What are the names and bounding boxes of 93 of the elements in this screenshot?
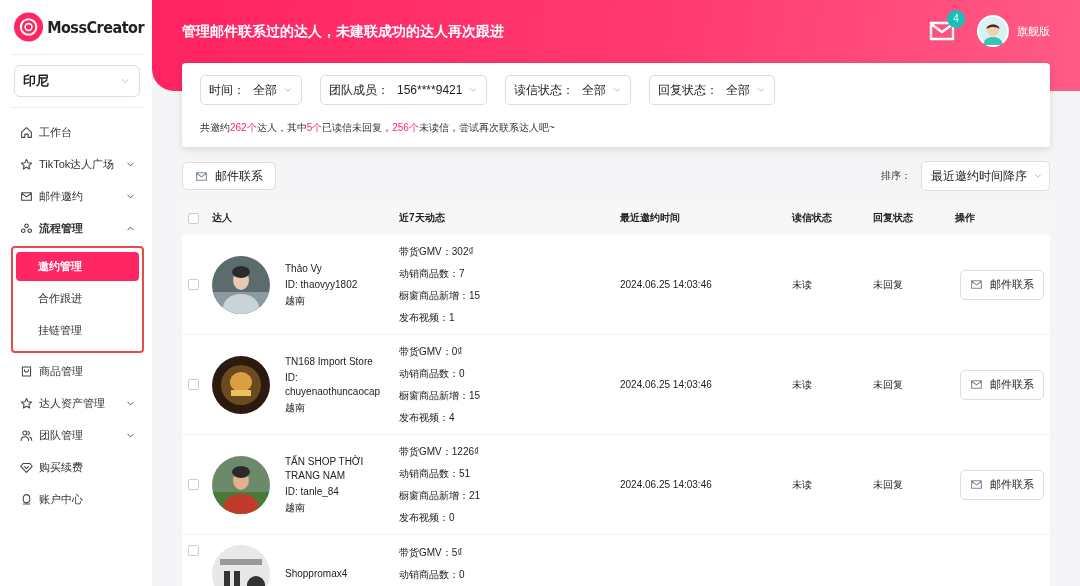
filter-select[interactable]: 团队成员： 156****9421 xyxy=(320,75,488,105)
filter-select[interactable]: 回复状态： 全部 xyxy=(649,75,776,105)
diamond-icon xyxy=(20,460,33,474)
nav-item[interactable]: 流程管理 xyxy=(10,212,144,244)
invite-time: 2024.06.25 14:03:46 xyxy=(620,379,713,390)
stat-text: 橱窗商品新增：21 xyxy=(399,488,482,503)
chevron-down-icon xyxy=(756,85,767,95)
checkbox[interactable] xyxy=(188,379,199,390)
checkbox[interactable] xyxy=(188,545,199,556)
stat-text: 带货GMV：5₫ xyxy=(399,546,464,560)
logo-icon xyxy=(14,12,44,42)
mail-icon xyxy=(970,378,983,391)
chevron-down-icon xyxy=(1033,171,1043,181)
sort-label: 排序： xyxy=(881,169,911,183)
stat-text: 橱窗商品新增：15 xyxy=(399,288,482,303)
summary-text: 共邀约262个达人，其中5个已读信未回复，256个未读信，尝试再次联系达人吧~ xyxy=(200,121,556,135)
nav-item[interactable]: 账户中心 xyxy=(10,483,144,515)
stat-text: 发布视频：4 xyxy=(399,410,456,425)
chevron-down-icon xyxy=(612,85,623,95)
creator-region: 越南 xyxy=(285,293,306,308)
stat-text: 动销商品数：0 xyxy=(399,568,466,582)
column-header: 回复状态 xyxy=(873,211,914,225)
email-button[interactable]: 邮件联系 xyxy=(960,369,1044,400)
submenu-item[interactable]: 挂链管理 xyxy=(16,316,139,345)
star-icon xyxy=(20,396,33,410)
column-header: 操作 xyxy=(955,211,976,225)
stat-text: 橱窗商品新增：15 xyxy=(399,388,482,403)
bag-icon xyxy=(20,364,33,378)
email-button[interactable]: 邮件联系 xyxy=(182,162,276,190)
creator-id: ID: tanle_84 xyxy=(285,484,340,499)
stat-text: 动销商品数：51 xyxy=(399,466,472,481)
checkbox[interactable] xyxy=(188,479,199,490)
avatar-icon[interactable] xyxy=(977,15,1009,47)
stat-text: 带货GMV：0₫ xyxy=(399,344,464,359)
mail-icon[interactable] xyxy=(929,20,955,42)
creator-name: TN168 Import Store xyxy=(285,354,374,369)
email-button[interactable]: 邮件联系 xyxy=(960,269,1044,300)
nav-item[interactable]: 达人资产管理 xyxy=(10,387,144,419)
stat-text: 动销商品数：7 xyxy=(399,266,466,281)
stat-text: 发布视频：1 xyxy=(399,310,456,325)
filter-select[interactable]: 读信状态： 全部 xyxy=(505,75,632,105)
column-header: 达人 xyxy=(212,211,233,225)
mail-icon xyxy=(20,189,33,203)
creator-name: TẤN SHOP THỜI TRANG NAM xyxy=(285,454,365,483)
circles-icon xyxy=(20,221,33,235)
stat-text: 发布视频：0 xyxy=(399,510,456,525)
creator-id: ID: thaovyy1802 xyxy=(285,277,359,292)
read-status: 未读 xyxy=(792,377,813,392)
filter-select[interactable]: 时间： 全部 xyxy=(200,75,302,105)
plan-label: 旗舰版 xyxy=(1017,23,1050,39)
nav-item[interactable]: 邮件邀约 xyxy=(10,180,144,212)
creator-name: Thảo Vy xyxy=(285,261,323,276)
checkbox[interactable] xyxy=(188,212,199,224)
stat-text: 带货GMV：1226₫ xyxy=(399,444,481,459)
creator-region: 越南 xyxy=(285,500,306,515)
stat-text: 带货GMV：302₫ xyxy=(399,244,475,259)
sort-select[interactable]: 最近邀约时间降序 xyxy=(921,161,1050,191)
star-icon xyxy=(20,157,33,171)
column-header: 读信状态 xyxy=(792,211,833,225)
user-icon xyxy=(20,492,33,506)
creator-region: 越南 xyxy=(285,400,306,415)
mail-icon xyxy=(970,478,983,491)
home-icon xyxy=(20,125,33,139)
column-header: 最近邀约时间 xyxy=(620,211,681,225)
chevron-down-icon xyxy=(468,85,479,95)
column-header: 近7天动态 xyxy=(399,211,446,225)
read-status: 未读 xyxy=(792,477,813,492)
nav-item[interactable]: TikTok达人广场 xyxy=(10,148,144,180)
creator-name: Shoppromax4 xyxy=(285,567,349,581)
notification-badge: 4 xyxy=(947,10,965,28)
region-select[interactable]: 印尼 xyxy=(14,65,140,97)
checkbox[interactable] xyxy=(188,279,199,290)
mail-icon xyxy=(195,169,208,183)
mail-icon xyxy=(970,278,983,291)
reply-status: 未回复 xyxy=(873,277,904,292)
chevron-down-icon xyxy=(283,85,293,95)
nav-item[interactable]: 商品管理 xyxy=(10,355,144,387)
submenu-item[interactable]: 邀约管理 xyxy=(16,252,139,281)
email-button[interactable]: 邮件联系 xyxy=(960,469,1044,500)
creator-id: ID: chuyenaothuncaocap xyxy=(285,370,382,399)
submenu-item[interactable]: 合作跟进 xyxy=(16,284,139,313)
nav-item[interactable]: 购买续费 xyxy=(10,451,144,483)
reply-status: 未回复 xyxy=(873,477,904,492)
page-title: 管理邮件联系过的达人，未建联成功的达人再次跟进 xyxy=(182,23,505,41)
invite-time: 2024.06.25 14:03:46 xyxy=(620,479,713,490)
brand-name: MossCreator xyxy=(47,17,144,37)
nav-item[interactable]: 团队管理 xyxy=(10,419,144,451)
nav-item[interactable]: 工作台 xyxy=(10,116,144,148)
people-icon xyxy=(20,428,33,442)
invite-time: 2024.06.25 14:03:46 xyxy=(620,279,713,290)
stat-text: 动销商品数：0 xyxy=(399,366,466,381)
reply-status: 未回复 xyxy=(873,377,904,392)
read-status: 未读 xyxy=(792,277,813,292)
